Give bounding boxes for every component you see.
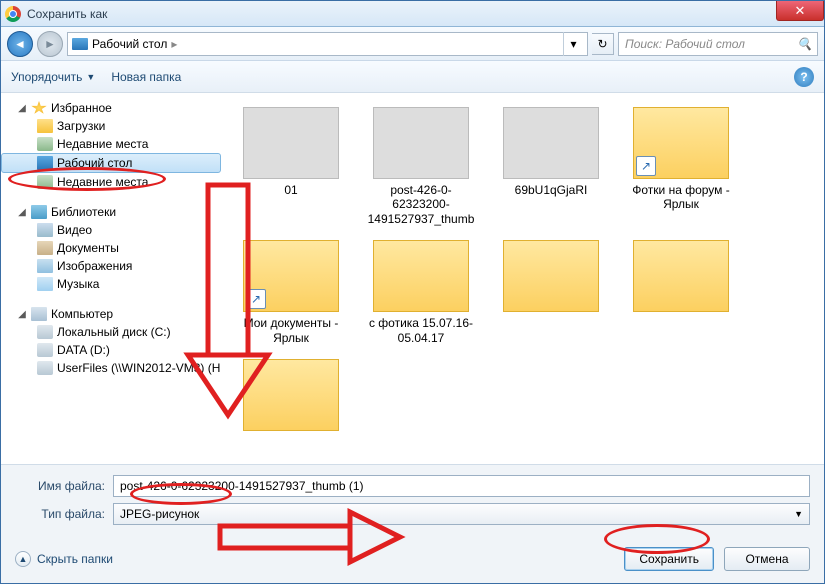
file-item[interactable] — [491, 236, 611, 349]
recent-icon — [37, 137, 53, 151]
file-label: с фотика 15.07.16-05.04.17 — [365, 316, 477, 345]
refresh-button[interactable]: ↻ — [592, 33, 614, 55]
sidebar-item-images[interactable]: Изображения — [1, 257, 221, 275]
sidebar-item-desktop[interactable]: Рабочий стол — [1, 153, 221, 173]
search-icon: 🔍 — [797, 37, 811, 51]
chevron-up-icon: ▲ — [15, 551, 31, 567]
computer-icon — [31, 307, 47, 321]
new-folder-button[interactable]: Новая папка — [111, 70, 181, 84]
file-list: 01 post-426-0-62323200-1491527937_thumb 69… — [221, 93, 824, 464]
organize-menu[interactable]: Упорядочить ▼ — [11, 70, 95, 84]
sidebar-item-drive-h[interactable]: UserFiles (\\WIN2012-VM3) (H:) — [1, 359, 221, 377]
file-item[interactable]: с фотика 15.07.16-05.04.17 — [361, 236, 481, 349]
breadcrumb-dropdown[interactable]: ▾ — [563, 32, 583, 56]
drive-icon — [37, 361, 53, 375]
images-icon — [37, 259, 53, 273]
file-thumbnail — [373, 107, 469, 179]
file-label: 69bU1qGjaRI — [515, 183, 588, 197]
desktop-icon — [37, 156, 53, 170]
libraries-icon — [31, 205, 47, 219]
documents-icon — [37, 241, 53, 255]
folder-icon — [373, 240, 469, 312]
sidebar-item-recent-1[interactable]: Недавние места — [1, 135, 221, 153]
titlebar: Сохранить как ✕ — [1, 1, 824, 27]
window-title: Сохранить как — [27, 7, 107, 21]
navbar: ◄ ► Рабочий стол ▸ ▾ ↻ Поиск: Рабочий ст… — [1, 27, 824, 61]
video-icon — [37, 223, 53, 237]
file-thumbnail — [503, 107, 599, 179]
filename-input[interactable] — [113, 475, 810, 497]
toolbar: Упорядочить ▼ Новая папка ? — [1, 61, 824, 93]
back-button[interactable]: ◄ — [7, 31, 33, 57]
folder-icon — [243, 240, 339, 312]
dialog-body: ◢Избранное Загрузки Недавние места Рабоч… — [1, 93, 824, 464]
save-button[interactable]: Сохранить — [624, 547, 714, 571]
folder-icon — [37, 119, 53, 133]
search-placeholder: Поиск: Рабочий стол — [625, 37, 745, 51]
filetype-label: Тип файла: — [15, 507, 105, 521]
forward-button[interactable]: ► — [37, 31, 63, 57]
chevron-down-icon: ▼ — [794, 509, 803, 519]
hide-folders-toggle[interactable]: ▲ Скрыть папки — [15, 551, 113, 567]
sidebar-libraries[interactable]: ◢Библиотеки — [1, 203, 221, 221]
sidebar: ◢Избранное Загрузки Недавние места Рабоч… — [1, 93, 221, 464]
file-label: post-426-0-62323200-1491527937_thumb — [365, 183, 477, 226]
sidebar-item-downloads[interactable]: Загрузки — [1, 117, 221, 135]
close-button[interactable]: ✕ — [776, 1, 824, 21]
filetype-combo[interactable]: JPEG-рисунок ▼ — [113, 503, 810, 525]
sidebar-item-recent-2[interactable]: Недавние места — [1, 173, 221, 191]
breadcrumb-text: Рабочий стол — [92, 37, 167, 51]
sidebar-item-video[interactable]: Видео — [1, 221, 221, 239]
file-item[interactable]: Фотки на форум - Ярлык — [621, 103, 741, 230]
footer: ▲ Скрыть папки Сохранить Отмена — [1, 539, 824, 583]
folder-icon — [633, 107, 729, 179]
sidebar-computer[interactable]: ◢Компьютер — [1, 305, 221, 323]
sidebar-favorites[interactable]: ◢Избранное — [1, 99, 221, 117]
cancel-button[interactable]: Отмена — [724, 547, 810, 571]
sidebar-item-drive-d[interactable]: DATA (D:) — [1, 341, 221, 359]
filename-label: Имя файла: — [15, 479, 105, 493]
file-item[interactable]: 01 — [231, 103, 351, 230]
search-input[interactable]: Поиск: Рабочий стол 🔍 — [618, 32, 818, 56]
file-label: 01 — [284, 183, 297, 197]
sidebar-item-music[interactable]: Музыка — [1, 275, 221, 293]
star-icon — [31, 101, 47, 115]
sidebar-item-documents[interactable]: Документы — [1, 239, 221, 257]
file-item[interactable] — [621, 236, 741, 349]
folder-icon — [503, 240, 599, 312]
chevron-down-icon: ▼ — [86, 72, 95, 82]
chevron-right-icon: ▸ — [171, 37, 177, 51]
file-label: Фотки на форум - Ярлык — [625, 183, 737, 212]
chrome-icon — [5, 6, 21, 22]
folder-icon — [243, 359, 339, 431]
drive-icon — [37, 343, 53, 357]
file-thumbnail — [243, 107, 339, 179]
file-item[interactable]: 69bU1qGjaRI — [491, 103, 611, 230]
breadcrumb-bar[interactable]: Рабочий стол ▸ ▾ — [67, 32, 588, 56]
desktop-icon — [72, 38, 88, 50]
file-label: Мои документы - Ярлык — [235, 316, 347, 345]
save-as-dialog: Сохранить как ✕ ◄ ► Рабочий стол ▸ ▾ ↻ П… — [0, 0, 825, 584]
recent-icon — [37, 175, 53, 189]
bottom-panel: Имя файла: Тип файла: JPEG-рисунок ▼ — [1, 464, 824, 539]
folder-icon — [633, 240, 729, 312]
file-item[interactable]: post-426-0-62323200-1491527937_thumb — [361, 103, 481, 230]
help-button[interactable]: ? — [794, 67, 814, 87]
sidebar-item-drive-c[interactable]: Локальный диск (C:) — [1, 323, 221, 341]
drive-icon — [37, 325, 53, 339]
music-icon — [37, 277, 53, 291]
file-item[interactable]: Мои документы - Ярлык — [231, 236, 351, 349]
file-item[interactable] — [231, 355, 351, 439]
